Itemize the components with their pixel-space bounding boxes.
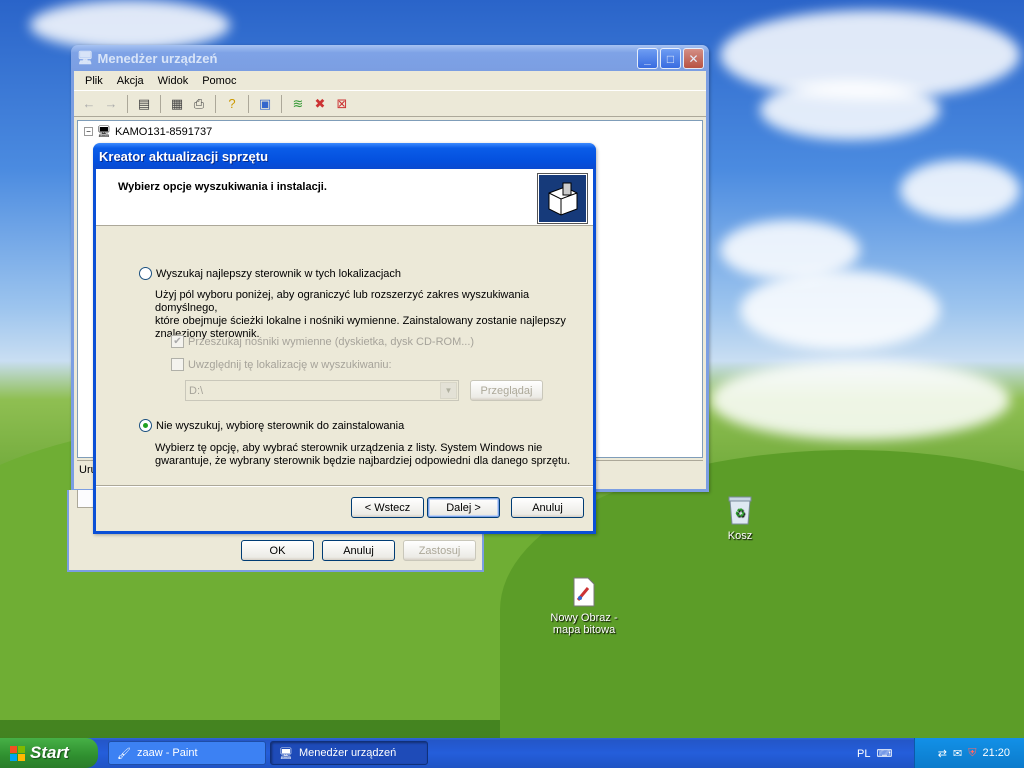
checkbox-removable-media[interactable]: ✔ Przeszukaj nośniki wymienne (dyskietka… [171, 335, 474, 348]
menu-plik[interactable]: Plik [78, 75, 110, 87]
taskbar-item-paint-label: zaaw - Paint [136, 747, 198, 759]
forward-arrow-icon[interactable]: → [102, 95, 120, 113]
option2-desc-line2: gwarantuje, że wybrany sterownik będzie … [155, 455, 571, 467]
checkbox-removable-media-label: Przeszukaj nośniki wymienne (dyskietka, … [188, 335, 475, 348]
paint-icon: 🖌 [117, 747, 131, 760]
radio-choose-driver[interactable]: Nie wyszukuj, wybiorę sterownik do zains… [139, 419, 404, 432]
keyboard-icon: ⌨ [876, 748, 893, 760]
device-manager-icon: 🖥 [77, 50, 94, 65]
location-path-combo[interactable]: D:\ ▼ [185, 380, 459, 401]
back-button[interactable]: < Wstecz [351, 497, 424, 518]
properties-ok-button[interactable]: OK [241, 540, 314, 561]
taskbar-item-device-manager[interactable]: 🖥 Menedżer urządzeń [270, 741, 428, 765]
properties-cancel-button[interactable]: Anuluj [322, 540, 395, 561]
next-button[interactable]: Dalej > [427, 497, 500, 518]
desktop-icon-recycle-bin[interactable]: ♻ Kosz [700, 494, 780, 542]
tree-collapse-icon[interactable]: − [84, 127, 93, 136]
properties-apply-button[interactable]: Zastosuj [403, 540, 476, 561]
option2-desc-line1: Wybierz tę opcję, aby wybrać sterownik u… [155, 442, 543, 454]
computer-icon: 🖥 [97, 126, 111, 138]
start-label: Start [30, 743, 69, 762]
option1-desc-line1: Użyj pól wyboru poniżej, aby ograniczyć … [155, 289, 530, 314]
taskbar-item-paint[interactable]: 🖌 zaaw - Paint [108, 741, 266, 765]
language-label: PL [857, 747, 871, 760]
scan-hardware-icon[interactable]: ▣ [256, 95, 274, 113]
device-manager-titlebar[interactable]: 🖥 Menedżer urządzeń _ □ ✕ [71, 45, 709, 71]
radio-choose-driver-label: Nie wyszukuj, wybiorę sterownik do zains… [156, 419, 405, 432]
browse-button[interactable]: Przeglądaj [470, 380, 543, 401]
back-arrow-icon[interactable]: ← [80, 95, 98, 113]
taskbar: Start 🖌 zaaw - Paint 🖥 Menedżer urządzeń… [0, 738, 1024, 768]
minimize-button[interactable]: _ [637, 48, 658, 69]
wizard-title: Kreator aktualizacji sprzętu [99, 148, 269, 164]
security-shield-icon[interactable]: ⛨ [968, 747, 976, 760]
language-indicator[interactable]: PL ⌨ [857, 747, 893, 761]
print-icon[interactable]: ⎙ [190, 95, 208, 113]
tree-root[interactable]: − 🖥 KAMO131-8591737 [84, 125, 212, 138]
taskbar-item-device-manager-label: Menedżer urządzeń [298, 747, 397, 759]
maximize-button[interactable]: □ [660, 48, 681, 69]
checkbox-removable-media-box[interactable]: ✔ [171, 335, 184, 348]
recycle-bin-label: Kosz [727, 530, 753, 542]
device-manager-task-icon: 🖥 [279, 747, 293, 760]
device-manager-title: Menedżer urządzeń [97, 50, 218, 66]
option1-desc-line2: które obejmuje ścieżki lokalne i nośniki… [155, 315, 566, 327]
chevron-down-icon[interactable]: ▼ [440, 382, 457, 399]
update-driver-icon[interactable]: ≋ [289, 95, 307, 113]
close-button[interactable]: ✕ [683, 48, 704, 69]
start-button[interactable]: Start [0, 738, 98, 768]
toolbar: ← → ▤ ▦ ⎙ ? ▣ ≋ ✖ ⊠ [74, 91, 706, 117]
svg-text:♻: ♻ [735, 506, 746, 520]
uninstall-device-icon[interactable]: ⊠ [333, 95, 351, 113]
wizard-header-text: Wybierz opcje wyszukiwania i instalacji. [118, 181, 327, 193]
network-icon[interactable]: ⇄ [938, 747, 947, 760]
show-hide-tree-icon[interactable]: ▤ [135, 95, 153, 113]
checkbox-include-location-label: Uwzględnij tę lokalizację w wyszukiwaniu… [188, 358, 392, 371]
paint-file-label-2: mapa bitowa [552, 624, 616, 636]
tree-root-label: KAMO131-8591737 [114, 125, 213, 138]
recycle-bin-icon: ♻ [724, 494, 756, 526]
cancel-button[interactable]: Anuluj [511, 497, 584, 518]
option1-description: Użyj pól wyboru poniżej, aby ograniczyć … [155, 289, 585, 341]
disable-device-icon[interactable]: ✖ [311, 95, 329, 113]
volume-icon[interactable]: ✉ [953, 747, 962, 760]
wizard-separator [96, 485, 593, 487]
radio-search-best-driver[interactable]: Wyszukaj najlepszy sterownik w tych loka… [139, 267, 401, 280]
clock[interactable]: 21:20 [982, 747, 1010, 759]
desktop-icon-paint-file[interactable]: Nowy Obraz - mapa bitowa [544, 576, 624, 636]
checkbox-include-location-box[interactable] [171, 358, 184, 371]
menu-widok[interactable]: Widok [151, 75, 196, 87]
menu-pomoc[interactable]: Pomoc [195, 75, 243, 87]
properties-icon[interactable]: ▦ [168, 95, 186, 113]
radio-choose-driver-circle[interactable] [139, 419, 152, 432]
radio-search-best-driver-circle[interactable] [139, 267, 152, 280]
location-path-value: D:\ [189, 384, 204, 397]
windows-logo-icon [10, 745, 25, 761]
bitmap-file-icon [568, 576, 600, 608]
radio-search-best-driver-label: Wyszukaj najlepszy sterownik w tych loka… [156, 267, 402, 280]
hardware-update-wizard: Kreator aktualizacji sprzętu Wybierz opc… [93, 143, 596, 534]
checkbox-include-location[interactable]: Uwzględnij tę lokalizację w wyszukiwaniu… [171, 358, 392, 371]
hardware-wizard-icon [537, 173, 588, 224]
system-tray: ⇄ ✉ ⛨ 21:20 [914, 738, 1024, 768]
wizard-titlebar[interactable]: Kreator aktualizacji sprzętu [93, 143, 596, 169]
wizard-header: Wybierz opcje wyszukiwania i instalacji. [96, 169, 593, 226]
paint-file-label-1: Nowy Obraz - [550, 612, 618, 624]
option2-description: Wybierz tę opcję, aby wybrać sterownik u… [155, 442, 585, 468]
menu-bar: Plik Akcja Widok Pomoc [74, 71, 706, 91]
menu-akcja[interactable]: Akcja [110, 75, 151, 87]
help-icon[interactable]: ? [223, 95, 241, 113]
